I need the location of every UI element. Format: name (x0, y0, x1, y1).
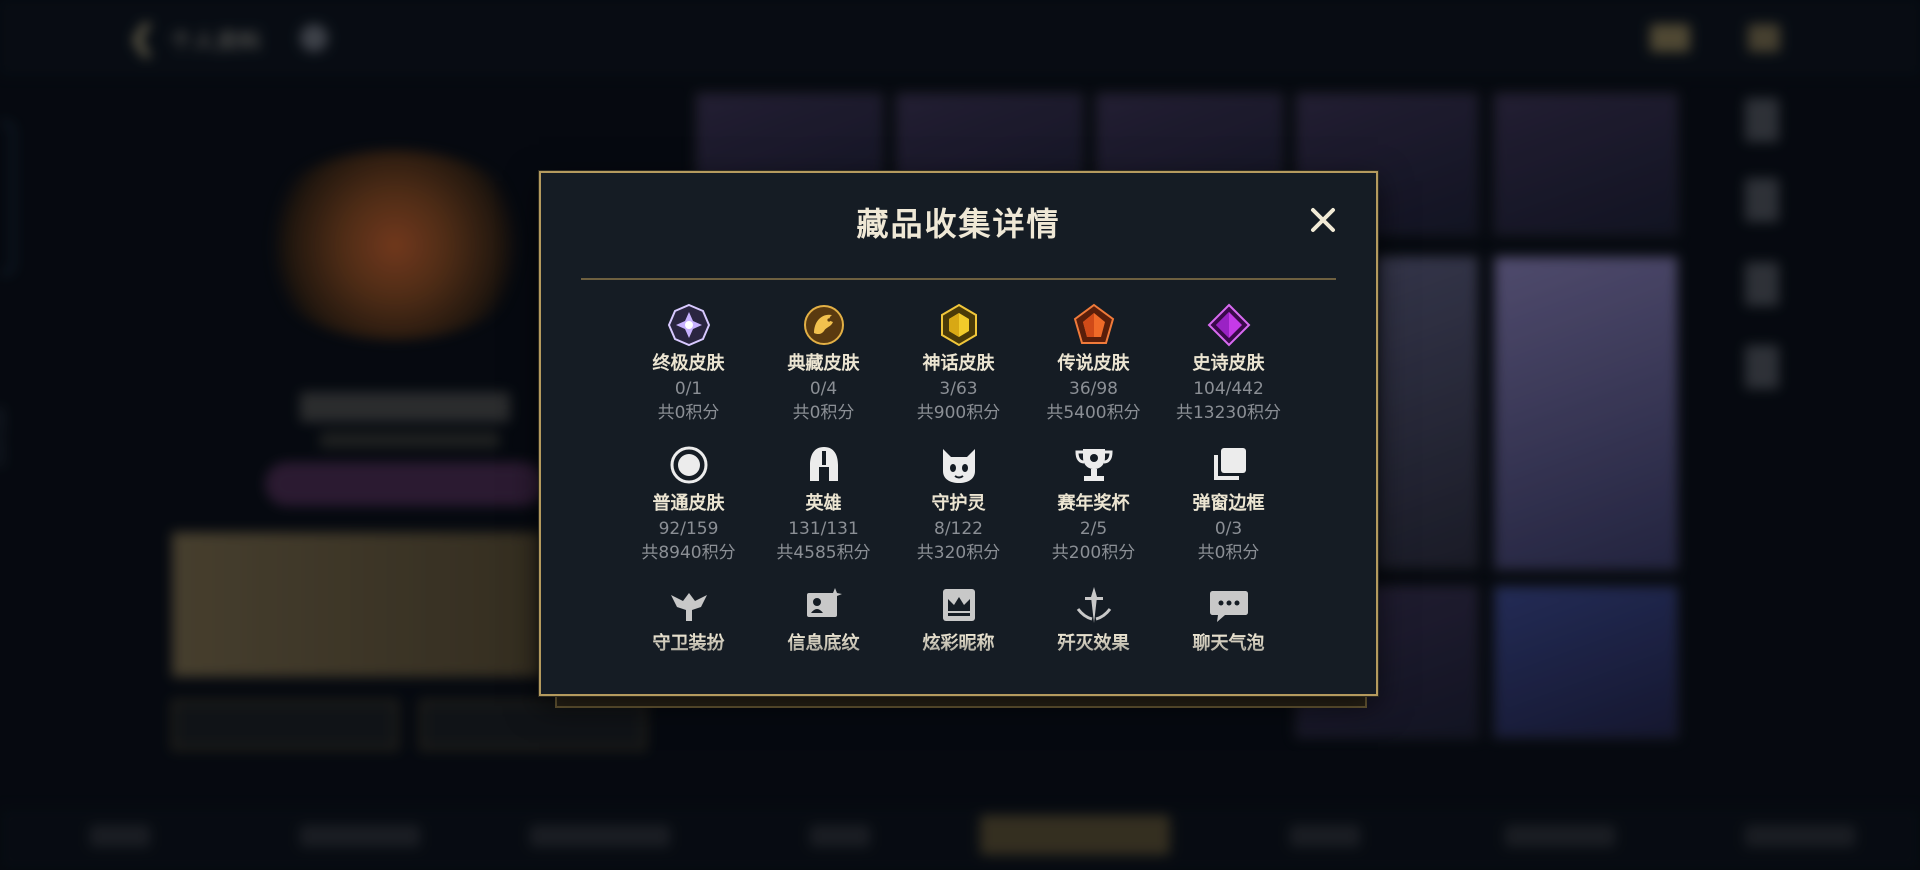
popup-frame-icon (1213, 448, 1246, 480)
item-count: 8/122 (934, 519, 983, 539)
collection-item-popup-frame[interactable]: 弹窗边框 0/3 共0积分 (1161, 443, 1296, 565)
collection-item-chat-bubble[interactable]: 聊天气泡 (1161, 583, 1296, 657)
collection-item-elimination-effect[interactable]: 歼灭效果 (1026, 583, 1161, 657)
collection-item-season-trophy[interactable]: 赛年奖杯 2/5 共200积分 (1026, 443, 1161, 565)
collection-item-info-background[interactable]: 信息底纹 (756, 583, 891, 657)
chat-bubble-icon (1209, 591, 1248, 622)
item-count: 36/98 (1069, 379, 1118, 399)
item-label: 终极皮肤 (652, 353, 725, 374)
item-points: 共5400积分 (1046, 403, 1141, 423)
item-label: 炫彩昵称 (922, 633, 995, 654)
collection-item-guardian-spirit[interactable]: 守护灵 8/122 共320积分 (891, 443, 1026, 565)
item-points: 共4585积分 (776, 543, 871, 563)
item-label: 史诗皮肤 (1192, 353, 1265, 374)
item-label: 信息底纹 (787, 633, 860, 654)
title-divider (581, 278, 1336, 280)
item-count: 0/4 (809, 379, 838, 399)
item-points: 共8940积分 (641, 543, 736, 563)
legendary-skin-icon (1073, 303, 1114, 344)
item-label: 弹窗边框 (1192, 493, 1265, 514)
item-label: 歼灭效果 (1057, 633, 1130, 654)
item-count: 0/1 (674, 379, 703, 399)
collection-item-legendary-skin[interactable]: 传说皮肤 36/98 共5400积分 (1026, 303, 1161, 425)
item-points: 共0积分 (1197, 543, 1260, 563)
epic-skin-icon (1207, 303, 1250, 347)
collection-item-guard-outfit[interactable]: 守卫装扮 (621, 583, 756, 657)
item-points: 共320积分 (916, 543, 1001, 563)
item-points: 共0积分 (792, 403, 855, 423)
item-points: 共900积分 (916, 403, 1001, 423)
item-count: 2/5 (1079, 519, 1108, 539)
item-label: 传说皮肤 (1057, 353, 1130, 374)
item-label: 守护灵 (931, 493, 986, 514)
item-count: 104/442 (1193, 379, 1264, 399)
collection-item-epic-skin[interactable]: 史诗皮肤 104/442 共13230积分 (1161, 303, 1296, 425)
trophy-icon (1074, 449, 1113, 481)
item-count: 3/63 (939, 379, 978, 399)
collection-item-ultimate-skin[interactable]: 终极皮肤 0/1 共0积分 (621, 303, 756, 425)
item-label: 神话皮肤 (922, 353, 995, 374)
item-label: 典藏皮肤 (787, 353, 860, 374)
colorful-nickname-icon (942, 589, 975, 621)
guardian-spirit-icon (942, 449, 975, 483)
item-label: 赛年奖杯 (1057, 493, 1130, 514)
item-label: 普通皮肤 (652, 493, 725, 514)
item-points: 共200积分 (1051, 543, 1136, 563)
collection-item-mythic-skin[interactable]: 神话皮肤 3/63 共900积分 (891, 303, 1026, 425)
collection-item-hero[interactable]: 英雄 131/131 共4585积分 (756, 443, 891, 565)
close-icon[interactable] (1306, 203, 1340, 237)
ultimate-skin-icon (667, 303, 710, 347)
guard-outfit-icon (670, 593, 707, 621)
item-count: 131/131 (788, 519, 859, 539)
item-count: 0/3 (1214, 519, 1243, 539)
modal-base-ledge (555, 696, 1367, 708)
item-label: 英雄 (805, 493, 842, 514)
mythic-skin-icon (940, 303, 977, 347)
collection-item-colorful-nickname[interactable]: 炫彩昵称 (891, 583, 1026, 657)
elimination-effect-icon (1076, 587, 1111, 623)
hero-helmet-icon (809, 447, 838, 481)
collection-details-dialog: 藏品收集详情 终极皮肤 0/1 共0积分 典藏皮肤 0/4 共0积分 神话皮肤 … (539, 171, 1378, 696)
item-points: 共13230积分 (1175, 403, 1282, 423)
dialog-title: 藏品收集详情 (856, 205, 1061, 243)
item-label: 聊天气泡 (1192, 633, 1265, 654)
normal-skin-icon (670, 446, 707, 484)
item-points: 共0积分 (657, 403, 720, 423)
collection-item-normal-skin[interactable]: 普通皮肤 92/159 共8940积分 (621, 443, 756, 565)
legacy-skin-icon (803, 305, 844, 345)
item-label: 守卫装扮 (652, 633, 725, 654)
collection-item-legacy-skin[interactable]: 典藏皮肤 0/4 共0积分 (756, 303, 891, 425)
info-background-icon (806, 588, 842, 617)
item-count: 92/159 (658, 519, 719, 539)
collection-grid: 终极皮肤 0/1 共0积分 典藏皮肤 0/4 共0积分 神话皮肤 3/63 共9… (621, 303, 1296, 657)
